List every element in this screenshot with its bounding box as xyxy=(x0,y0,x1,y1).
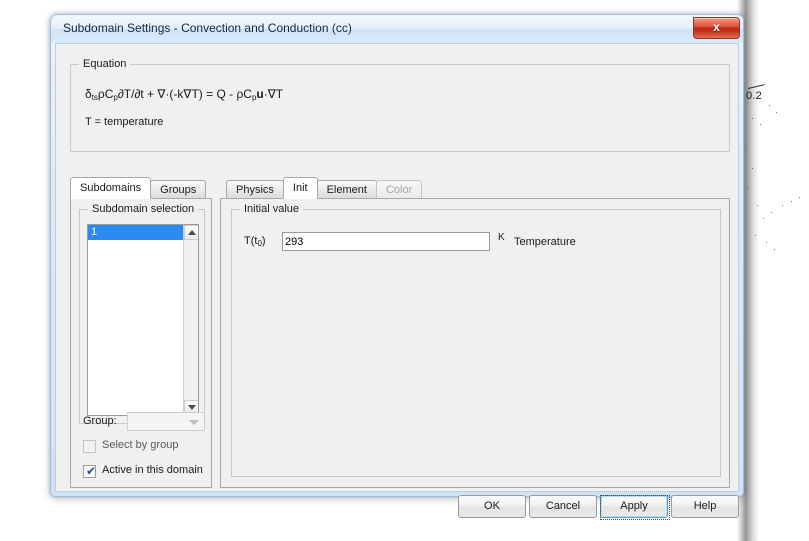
tab-groups[interactable]: Groups xyxy=(150,180,207,199)
background-scatter-dot xyxy=(760,124,761,125)
background-scatter-dot xyxy=(763,218,764,219)
initial-temperature-label: T(t0) xyxy=(244,235,266,248)
tab-init[interactable]: Init xyxy=(282,177,318,199)
subdomain-settings-dialog: Subdomain Settings - Convection and Cond… xyxy=(50,14,744,520)
apply-button[interactable]: Apply xyxy=(600,495,668,518)
help-button[interactable]: Help xyxy=(671,495,739,518)
dialog-titlebar[interactable]: Subdomain Settings - Convection and Cond… xyxy=(51,15,743,43)
select-by-group-checkbox[interactable] xyxy=(83,440,96,453)
subdomain-selection-groupbox: Subdomain selection 1 xyxy=(79,203,205,424)
initial-temperature-description: Temperature xyxy=(514,236,576,248)
label-prefix: T(t xyxy=(244,235,258,247)
subdomains-tab-panel: Subdomain selection 1 Group: Select by g… xyxy=(70,198,212,488)
dialog-title: Subdomain Settings - Convection and Cond… xyxy=(63,21,352,35)
subdomain-listbox[interactable]: 1 xyxy=(87,224,199,416)
init-tab-panel: Initial value T(t0) K Temperature xyxy=(220,198,730,488)
equation-group-title: Equation xyxy=(79,58,131,70)
background-scatter-dot xyxy=(757,205,758,206)
background-scatter-dot xyxy=(752,168,753,169)
dialog-client-area: Equation δtsρCp∂T/∂t + ∇·(-k∇T) = Q - ρC… xyxy=(55,43,739,520)
left-tabstrip: Subdomains Groups xyxy=(70,177,207,199)
close-icon: x xyxy=(713,20,720,34)
background-scatter-dot xyxy=(755,235,756,236)
scroll-down-arrow-icon xyxy=(188,405,196,410)
initial-value-title: Initial value xyxy=(240,203,304,215)
background-scatter-dot xyxy=(752,118,753,119)
scroll-up-arrow-icon xyxy=(188,230,196,235)
background-scatter-dot xyxy=(799,197,800,198)
background-scatter-dot xyxy=(774,249,775,250)
background-scatter-dot xyxy=(776,112,777,113)
group-dropdown xyxy=(127,412,205,431)
list-item[interactable]: 1 xyxy=(88,225,198,240)
equation-formula: δtsρCp∂T/∂t + ∇·(-k∇T) = Q - ρCpu·∇T xyxy=(85,87,283,102)
equation-velocity-vector: u xyxy=(256,87,264,101)
background-scatter-dot xyxy=(748,188,749,189)
subdomain-selection-title: Subdomain selection xyxy=(88,203,199,215)
background-scatter-dot xyxy=(791,201,792,202)
background-scatter-dot xyxy=(769,105,770,106)
listbox-scrollbar[interactable] xyxy=(183,225,198,415)
tab-color: Color xyxy=(375,180,423,199)
equation-groupbox: Equation δtsρCp∂T/∂t + ∇·(-k∇T) = Q - ρC… xyxy=(70,58,730,152)
active-in-this-domain-label: Active in this domain xyxy=(102,464,203,476)
select-by-group-label: Select by group xyxy=(102,439,179,451)
initial-temperature-unit: K xyxy=(498,232,505,243)
group-label: Group: xyxy=(83,415,117,427)
background-axis-tick-label: 0.2 xyxy=(746,90,762,102)
chevron-down-icon xyxy=(189,420,199,425)
equation-delta: δ xyxy=(85,87,92,101)
background-scatter-dot xyxy=(745,150,746,151)
dialog-button-bar: OK Cancel Apply Help xyxy=(458,495,739,520)
background-scatter-dot xyxy=(771,212,772,213)
group-selector-row: Group: xyxy=(83,412,205,432)
close-button[interactable]: x xyxy=(693,17,740,39)
check-icon: ✔ xyxy=(86,464,97,478)
tab-physics[interactable]: Physics xyxy=(226,180,284,199)
ok-button[interactable]: OK xyxy=(458,495,526,518)
initial-temperature-input[interactable] xyxy=(282,232,490,251)
initial-value-groupbox: Initial value T(t0) K Temperature xyxy=(231,203,721,477)
background-scatter-dot xyxy=(782,205,783,206)
tab-element[interactable]: Element xyxy=(316,180,377,199)
right-tabstrip: Physics Init Element Color xyxy=(226,177,423,199)
tab-subdomains[interactable]: Subdomains xyxy=(70,177,152,199)
active-in-this-domain-checkbox[interactable]: ✔ xyxy=(83,465,96,478)
equation-middle: ∂T/∂t + ∇·(-k∇T) = Q - ρC xyxy=(117,87,252,101)
equation-description: T = temperature xyxy=(85,116,164,128)
equation-tail: ·∇T xyxy=(263,87,284,101)
cancel-button[interactable]: Cancel xyxy=(529,495,597,518)
label-suffix: ) xyxy=(261,235,266,247)
scroll-up-button[interactable] xyxy=(184,225,198,240)
background-scatter-dot xyxy=(766,242,767,243)
equation-rho-cp: ρC xyxy=(97,87,114,101)
